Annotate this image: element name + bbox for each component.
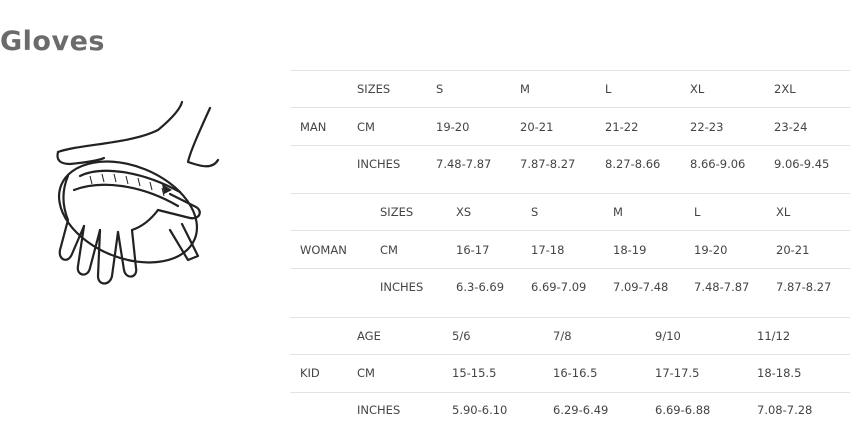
divider (290, 145, 850, 146)
woman-cm-cell: 18-19 (613, 243, 647, 257)
man-cm-cell: 21-22 (605, 120, 639, 134)
man-group-label: MAN (300, 120, 327, 134)
woman-inches-cell: 7.48-7.87 (694, 280, 750, 294)
man-cm-cell: 23-24 (774, 120, 808, 134)
woman-inches-cell: 7.87-8.27 (776, 280, 832, 294)
divider (290, 268, 850, 269)
woman-cm-label: CM (380, 243, 398, 257)
woman-size-cell: XS (456, 205, 472, 219)
kid-cm-cell: 18-18.5 (757, 366, 802, 380)
man-inches-cell: 7.48-7.87 (436, 157, 492, 171)
man-inches-cell: 8.66-9.06 (690, 157, 746, 171)
woman-size-cell: L (694, 205, 701, 219)
kid-age-cell: 11/12 (757, 329, 791, 343)
kid-cm-label: CM (357, 366, 375, 380)
woman-size-cell: XL (776, 205, 791, 219)
kid-inches-cell: 6.69-6.88 (655, 403, 711, 417)
man-inches-label: INCHES (357, 157, 401, 171)
kid-age-cell: 7/8 (553, 329, 572, 343)
woman-group-label: WOMAN (300, 243, 347, 257)
divider (290, 193, 850, 194)
kid-cm-cell: 15-15.5 (452, 366, 497, 380)
divider (290, 392, 850, 393)
kid-cm-cell: 16-16.5 (553, 366, 598, 380)
man-inches-cell: 9.06-9.45 (774, 157, 830, 171)
divider (290, 70, 850, 71)
kid-inches-cell: 5.90-6.10 (452, 403, 508, 417)
man-size-cell: XL (690, 82, 705, 96)
divider (290, 107, 850, 108)
woman-inches-label: INCHES (380, 280, 424, 294)
woman-cm-cell: 20-21 (776, 243, 810, 257)
kid-inches-label: INCHES (357, 403, 401, 417)
man-size-cell: M (520, 82, 530, 96)
woman-inches-cell: 7.09-7.48 (613, 280, 669, 294)
woman-size-cell: S (531, 205, 539, 219)
man-size-cell: 2XL (774, 82, 796, 96)
man-cm-label: CM (357, 120, 375, 134)
man-size-cell: L (605, 82, 612, 96)
kid-group-label: KID (300, 366, 320, 380)
man-inches-cell: 7.87-8.27 (520, 157, 576, 171)
kid-inches-cell: 6.29-6.49 (553, 403, 609, 417)
divider (290, 230, 850, 231)
man-inches-cell: 8.27-8.66 (605, 157, 661, 171)
woman-inches-cell: 6.69-7.09 (531, 280, 587, 294)
man-size-cell: S (436, 82, 444, 96)
woman-size-cell: M (613, 205, 623, 219)
woman-cm-cell: 19-20 (694, 243, 728, 257)
kid-inches-cell: 7.08-7.28 (757, 403, 813, 417)
divider (290, 317, 850, 318)
woman-inches-cell: 6.3-6.69 (456, 280, 505, 294)
woman-sizes-label: SIZES (380, 205, 414, 219)
kid-cm-cell: 17-17.5 (655, 366, 700, 380)
man-cm-cell: 19-20 (436, 120, 470, 134)
kid-age-label: AGE (357, 329, 381, 343)
divider (290, 354, 850, 355)
woman-cm-cell: 16-17 (456, 243, 490, 257)
woman-cm-cell: 17-18 (531, 243, 565, 257)
man-cm-cell: 20-21 (520, 120, 554, 134)
kid-age-cell: 9/10 (655, 329, 681, 343)
man-cm-cell: 22-23 (690, 120, 724, 134)
kid-age-cell: 5/6 (452, 329, 471, 343)
man-sizes-label: SIZES (357, 82, 391, 96)
size-chart: MAN SIZES S M L XL 2XL CM 19-20 20-21 21… (0, 0, 850, 446)
